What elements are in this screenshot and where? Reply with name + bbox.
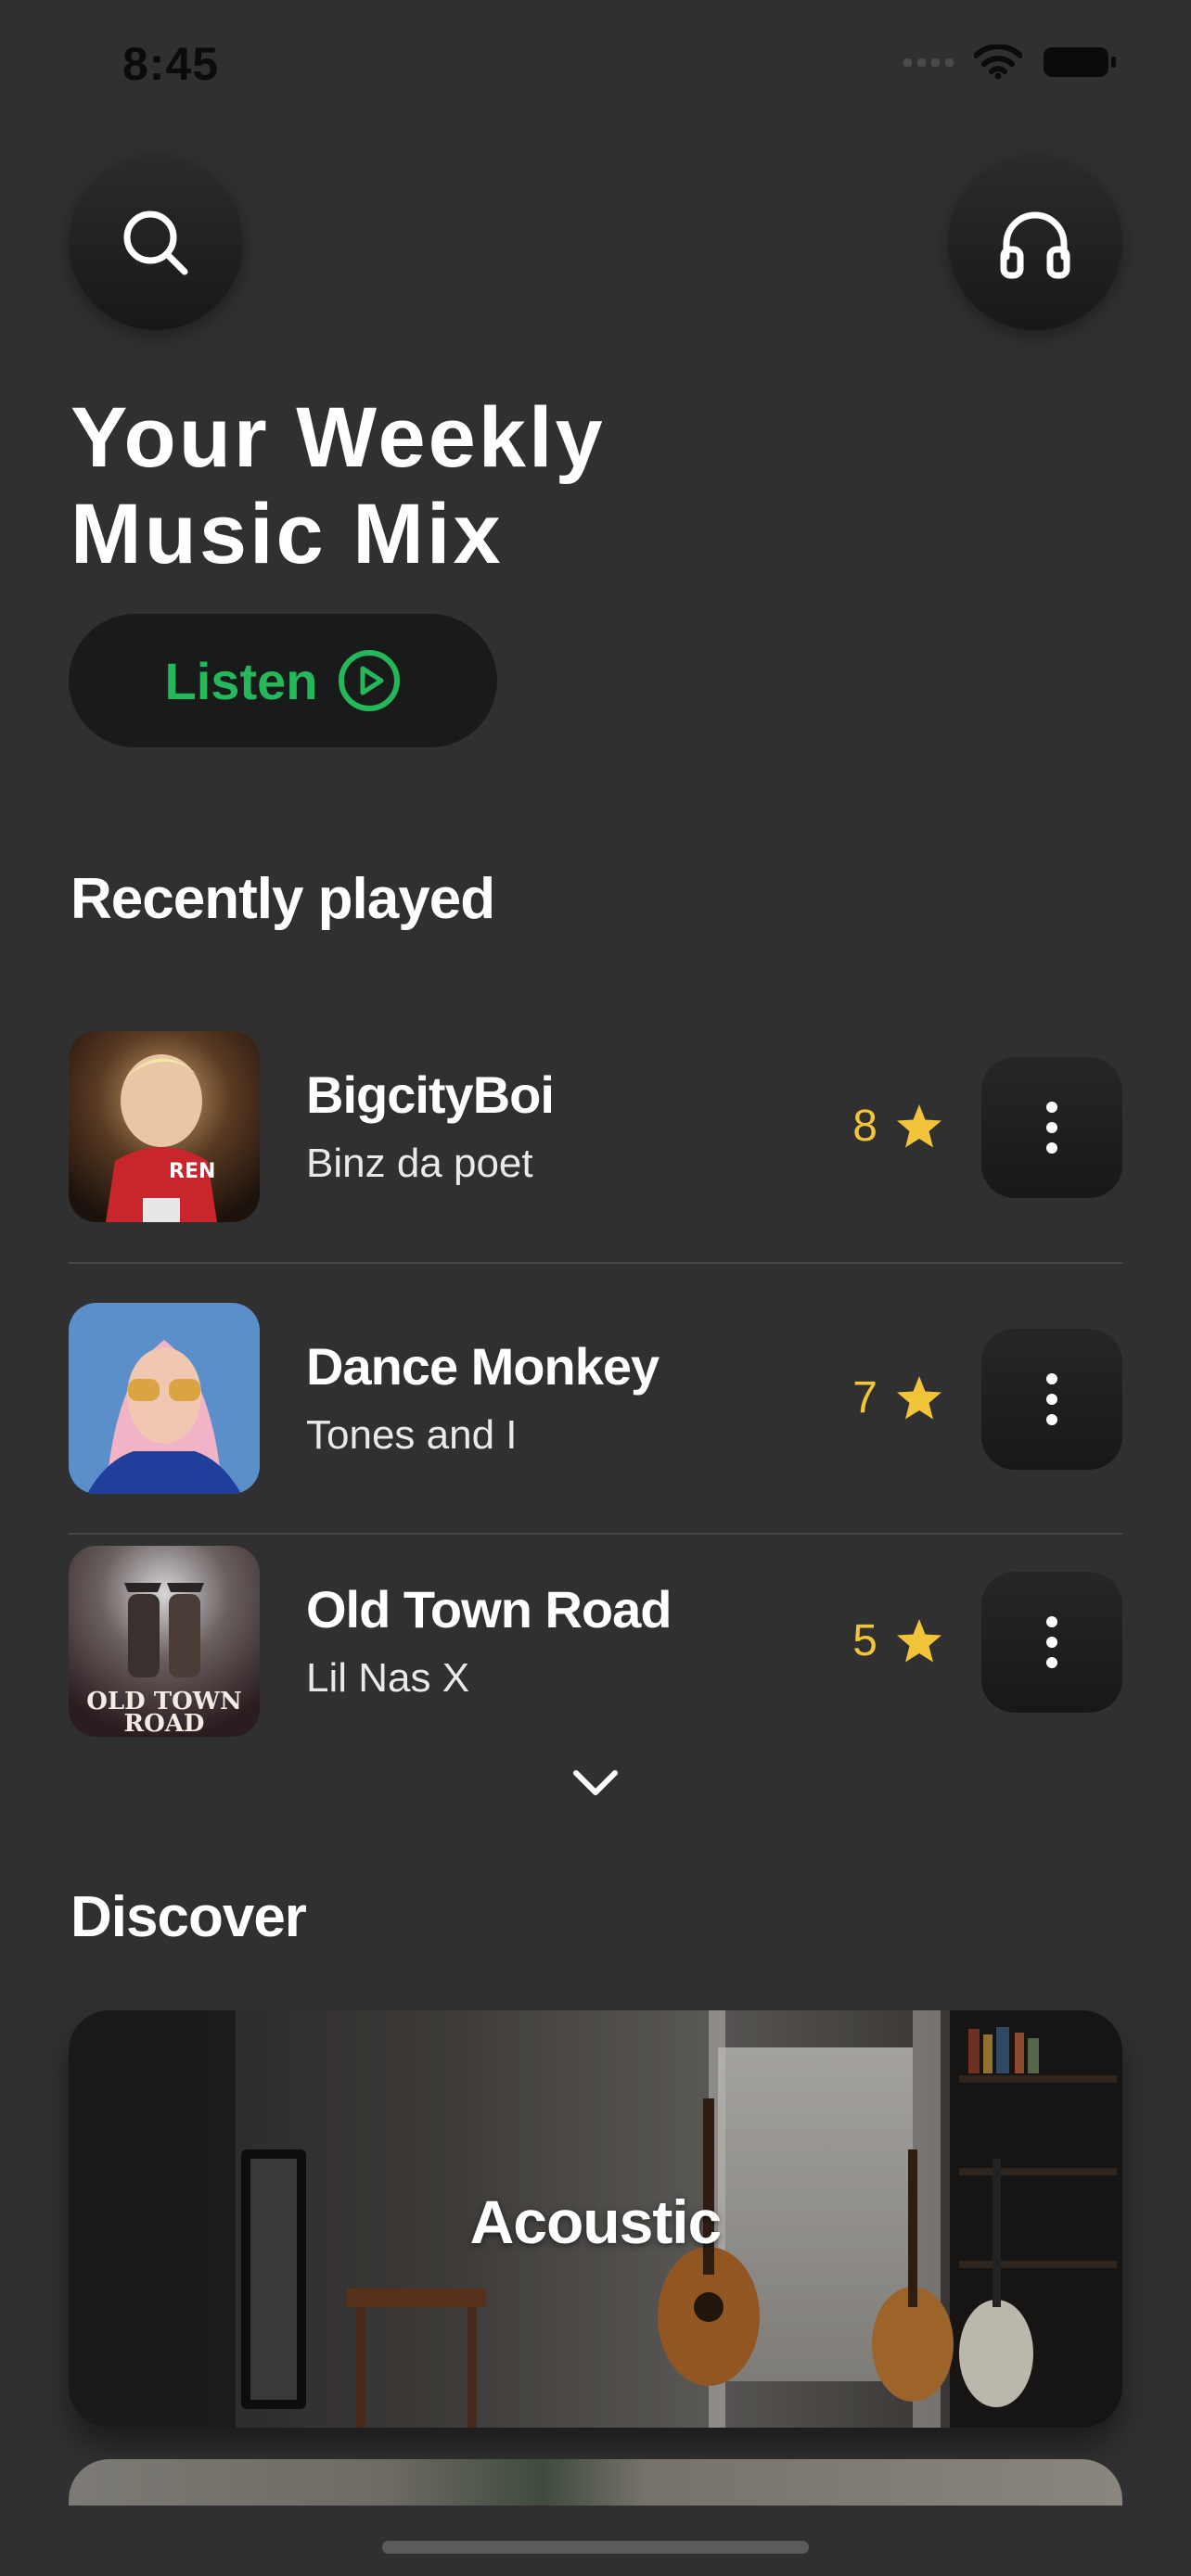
discover-card-next[interactable] bbox=[69, 2459, 1122, 2506]
play-circle-icon bbox=[339, 650, 401, 711]
page-title: Your Weekly Music Mix bbox=[70, 389, 813, 582]
wifi-icon bbox=[974, 45, 1022, 80]
app-screen: 8:45 Your Weekly Music Mix Listen Recent… bbox=[0, 0, 1191, 2576]
album-cover-old-town-road: OLD TOWN ROAD bbox=[69, 1546, 260, 1737]
more-options-button[interactable] bbox=[981, 1329, 1122, 1470]
more-options-button[interactable] bbox=[981, 1572, 1122, 1713]
listen-label: Listen bbox=[164, 651, 318, 710]
discover-card-label: Acoustic bbox=[469, 2187, 723, 2256]
track-artist: Lil Nas X bbox=[306, 1655, 470, 1701]
more-options-button[interactable] bbox=[981, 1057, 1122, 1198]
status-time: 8:45 bbox=[122, 38, 220, 90]
recently-played-heading: Recently played bbox=[70, 867, 495, 931]
track-row[interactable]: OLD TOWN ROAD Old Town Road Lil Nas X 5 bbox=[69, 1546, 1122, 1741]
star-icon bbox=[897, 1103, 941, 1147]
headphones-button[interactable] bbox=[948, 156, 1122, 330]
rating-value: 7 bbox=[852, 1373, 877, 1422]
album-cover-dance-monkey bbox=[69, 1303, 260, 1494]
rating-value: 5 bbox=[852, 1616, 877, 1665]
search-icon bbox=[123, 210, 188, 275]
battery-icon bbox=[1044, 47, 1116, 77]
track-rating: 5 bbox=[852, 1615, 944, 1666]
expand-list-button[interactable] bbox=[571, 1767, 620, 1804]
chevron-down-icon bbox=[573, 1770, 618, 1795]
cover-text-line-2: ROAD bbox=[124, 1710, 205, 1737]
track-artist: Tones and I bbox=[306, 1412, 518, 1458]
more-vertical-icon bbox=[1046, 1373, 1057, 1425]
track-rating: 8 bbox=[852, 1101, 944, 1152]
star-icon bbox=[897, 1618, 941, 1662]
page-title-line-2: Music Mix bbox=[70, 487, 504, 581]
more-vertical-icon bbox=[1046, 1616, 1057, 1668]
home-indicator[interactable] bbox=[382, 2541, 809, 2554]
cellular-signal-icon bbox=[903, 57, 954, 67]
discover-heading: Discover bbox=[70, 1885, 307, 1949]
track-rating: 7 bbox=[852, 1372, 944, 1423]
track-title: Dance Monkey bbox=[306, 1337, 660, 1396]
search-button[interactable] bbox=[69, 156, 243, 330]
track-title: BigcityBoi bbox=[306, 1065, 555, 1124]
svg-text:REN: REN bbox=[169, 1160, 215, 1183]
headphones-icon bbox=[1000, 211, 1070, 279]
discover-card-acoustic[interactable]: Acoustic bbox=[69, 2010, 1122, 2428]
album-cover-bigcityboi: REN bbox=[69, 1031, 260, 1222]
more-vertical-icon bbox=[1046, 1102, 1057, 1154]
star-icon bbox=[897, 1375, 941, 1419]
page-title-line-1: Your Weekly bbox=[70, 390, 606, 485]
track-title: Old Town Road bbox=[306, 1580, 672, 1639]
rating-value: 8 bbox=[852, 1102, 877, 1151]
track-row[interactable]: REN BigcityBoi Binz da poet 8 bbox=[69, 1031, 1122, 1226]
track-artist: Binz da poet bbox=[306, 1141, 533, 1186]
status-icons bbox=[903, 45, 1117, 80]
divider bbox=[69, 1262, 1122, 1264]
divider bbox=[69, 1533, 1122, 1535]
listen-button[interactable]: Listen bbox=[69, 614, 497, 747]
track-row[interactable]: Dance Monkey Tones and I 7 bbox=[69, 1303, 1122, 1498]
